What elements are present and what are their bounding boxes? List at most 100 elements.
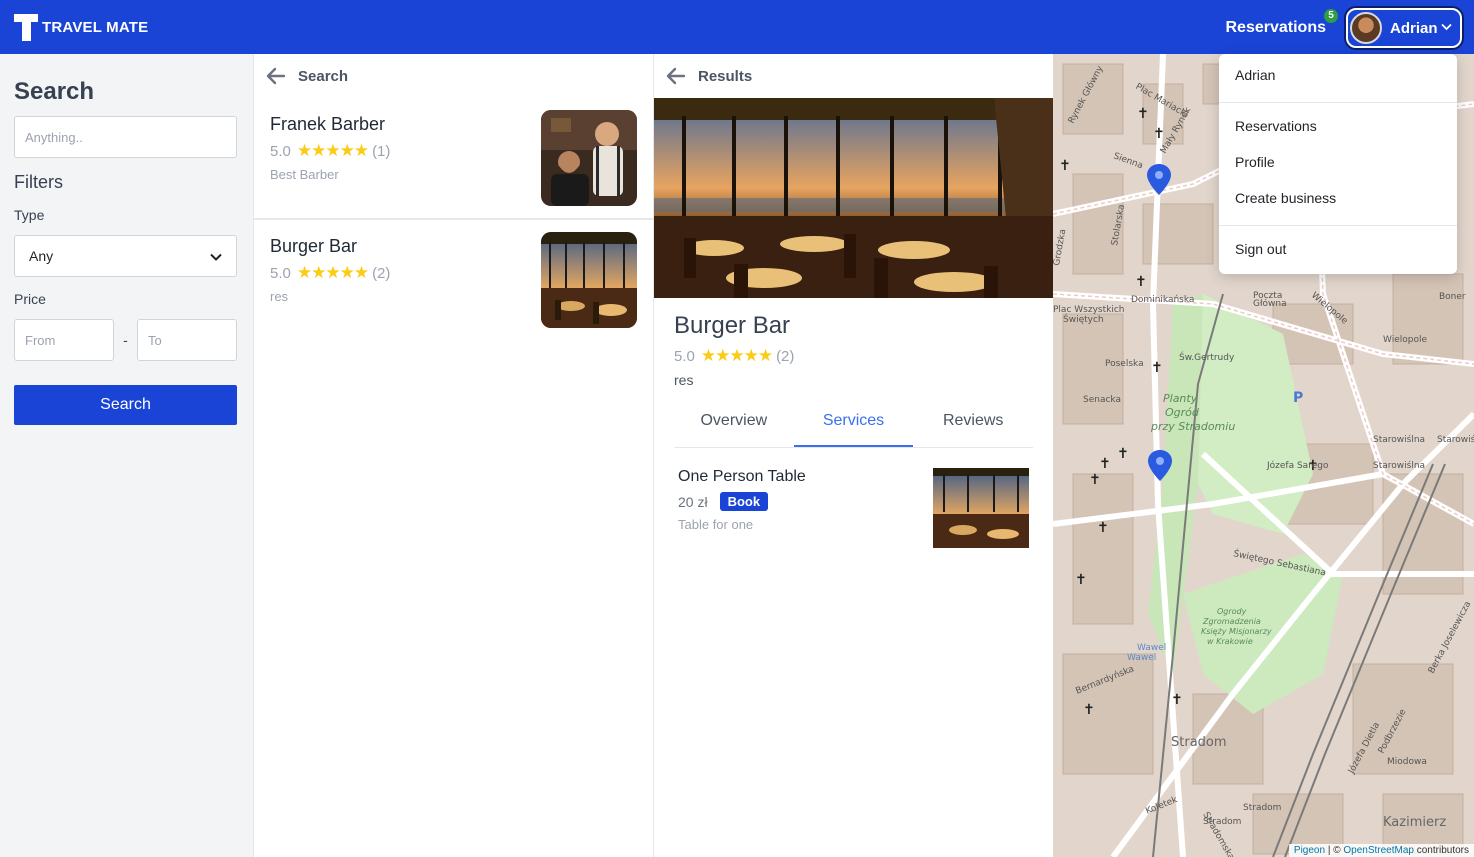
menu-item-create-business[interactable]: Create business	[1219, 183, 1457, 219]
details-back-header[interactable]: Results	[654, 54, 1053, 98]
details-panel: Results Burger Bar 5.0 ★★★★★ (2) res Ove…	[654, 54, 1053, 857]
type-label: Type	[14, 207, 45, 223]
tab-reviews[interactable]: Reviews	[913, 406, 1033, 447]
svg-text:P: P	[1293, 390, 1303, 406]
svg-text:✝: ✝	[1097, 520, 1109, 536]
svg-text:Św.Gertrudy: Św.Gertrudy	[1179, 351, 1235, 363]
price-from-input[interactable]: From	[14, 319, 114, 361]
svg-text:Wawel: Wawel	[1137, 643, 1166, 653]
svg-text:Stradom: Stradom	[1171, 735, 1227, 750]
svg-text:przy Stradomiu: przy Stradomiu	[1150, 420, 1235, 433]
result-title: Franek Barber	[270, 114, 386, 134]
svg-text:✝: ✝	[1117, 446, 1129, 462]
svg-text:Miodowa: Miodowa	[1387, 757, 1427, 767]
star-rating-icon: ★★★★★	[296, 263, 369, 282]
service-item: One Person Table 20 zł Book Table for on…	[674, 448, 1033, 548]
menu-divider	[1219, 225, 1457, 226]
svg-text:✝: ✝	[1171, 692, 1183, 708]
business-hero-image	[654, 98, 1053, 298]
type-select[interactable]: Any	[14, 235, 237, 277]
map-attribution: Pigeon | © OpenStreetMap contributors	[1288, 844, 1474, 857]
svg-text:Stradom: Stradom	[1203, 817, 1241, 827]
menu-item-username[interactable]: Adrian	[1219, 60, 1457, 96]
menu-item-profile[interactable]: Profile	[1219, 147, 1457, 183]
result-subtitle: Best Barber	[270, 167, 339, 182]
user-name: Adrian	[1390, 19, 1438, 37]
svg-text:Senacka: Senacka	[1083, 395, 1121, 405]
chevron-down-icon	[1441, 22, 1452, 34]
search-button[interactable]: Search	[14, 385, 237, 425]
svg-text:Świętych: Świętych	[1063, 313, 1104, 325]
svg-text:Planty: Planty	[1163, 392, 1198, 405]
arrow-left-icon	[666, 67, 686, 85]
svg-text:Kazimierz: Kazimierz	[1383, 815, 1446, 830]
svg-text:Wawel: Wawel	[1127, 653, 1156, 663]
review-count: (2)	[776, 347, 795, 365]
svg-text:w Krakowie: w Krakowie	[1207, 637, 1253, 646]
nav-reservations-link[interactable]: Reservations 5	[1226, 9, 1338, 37]
arrow-left-icon	[266, 67, 286, 85]
svg-text:Główna: Główna	[1253, 298, 1287, 309]
svg-text:Stradom: Stradom	[1243, 803, 1281, 813]
result-card[interactable]: Franek Barber 5.0 ★★★★★ (1) Best Barber	[254, 98, 653, 220]
svg-text:Plac Wszystkich: Plac Wszystkich	[1053, 305, 1124, 315]
menu-divider	[1219, 102, 1457, 103]
svg-text:Dominikańska: Dominikańska	[1131, 295, 1194, 305]
review-count: (2)	[372, 264, 391, 282]
result-card[interactable]: Burger Bar 5.0 ★★★★★ (2) res	[254, 220, 653, 342]
details-tabs: Overview Services Reviews	[674, 406, 1033, 448]
svg-text:Starowiślna: Starowiślna	[1437, 434, 1474, 445]
tab-services[interactable]: Services	[793, 406, 914, 447]
review-count: (1)	[372, 142, 391, 160]
star-rating-icon: ★★★★★	[296, 141, 369, 160]
service-price: 20 zł	[678, 493, 708, 510]
results-panel: Search Franek Barber 5.0 ★★★★★ (1) Best …	[254, 54, 654, 857]
type-select-value: Any	[29, 248, 54, 264]
menu-item-sign-out[interactable]: Sign out	[1219, 234, 1457, 270]
user-dropdown-menu: Adrian Reservations Profile Create busin…	[1219, 54, 1457, 274]
avatar	[1350, 12, 1382, 44]
price-to-input[interactable]: To	[137, 319, 237, 361]
svg-text:✝: ✝	[1083, 702, 1095, 718]
price-label: Price	[14, 291, 46, 307]
barber-thumbnail	[541, 110, 637, 206]
business-subtitle: res	[674, 372, 694, 388]
sidebar-title: Search	[14, 78, 95, 105]
svg-text:Starowiślna: Starowiślna	[1373, 434, 1425, 445]
business-title: Burger Bar	[674, 312, 791, 339]
svg-text:Wielopole: Wielopole	[1383, 335, 1427, 345]
svg-text:✝: ✝	[1089, 472, 1101, 488]
restaurant-thumbnail	[541, 232, 637, 328]
menu-item-reservations[interactable]: Reservations	[1219, 111, 1457, 147]
rating: 5.0 ★★★★★ (1)	[270, 141, 541, 161]
svg-text:✝: ✝	[1059, 158, 1071, 174]
service-description: Table for one	[678, 517, 754, 532]
osm-link[interactable]: OpenStreetMap	[1343, 845, 1414, 856]
tab-overview[interactable]: Overview	[674, 406, 794, 447]
svg-text:✝: ✝	[1151, 360, 1163, 376]
price-separator: -	[123, 332, 128, 348]
search-sidebar: Search Filters Type Any Price From - To …	[0, 54, 254, 857]
star-rating-icon: ★★★★★	[700, 346, 773, 365]
svg-text:Zgromadzenia: Zgromadzenia	[1202, 617, 1261, 626]
book-button[interactable]: Book	[719, 492, 769, 511]
svg-text:Starowiślna: Starowiślna	[1373, 460, 1425, 471]
rating-value: 5.0	[270, 142, 291, 160]
service-title: One Person Table	[678, 468, 806, 485]
result-title: Burger Bar	[270, 236, 358, 256]
svg-text:Ogród: Ogród	[1165, 406, 1200, 419]
svg-text:✝: ✝	[1075, 572, 1087, 588]
svg-text:✝: ✝	[1137, 106, 1149, 122]
search-input[interactable]	[14, 116, 237, 158]
user-menu-button[interactable]: Adrian	[1346, 8, 1462, 48]
brand-name: TRAVEL MATE	[42, 18, 149, 36]
svg-text:Poselska: Poselska	[1105, 359, 1144, 369]
svg-text:Józefa Sarego: Józefa Sarego	[1266, 460, 1329, 471]
results-back-header[interactable]: Search	[254, 54, 653, 98]
filters-heading: Filters	[14, 172, 63, 192]
pigeon-link[interactable]: Pigeon	[1294, 845, 1325, 856]
reservations-count-badge: 5	[1324, 9, 1338, 23]
result-subtitle: res	[270, 289, 289, 304]
svg-text:✝: ✝	[1099, 456, 1111, 472]
brand[interactable]: TRAVEL MATE	[14, 13, 148, 41]
